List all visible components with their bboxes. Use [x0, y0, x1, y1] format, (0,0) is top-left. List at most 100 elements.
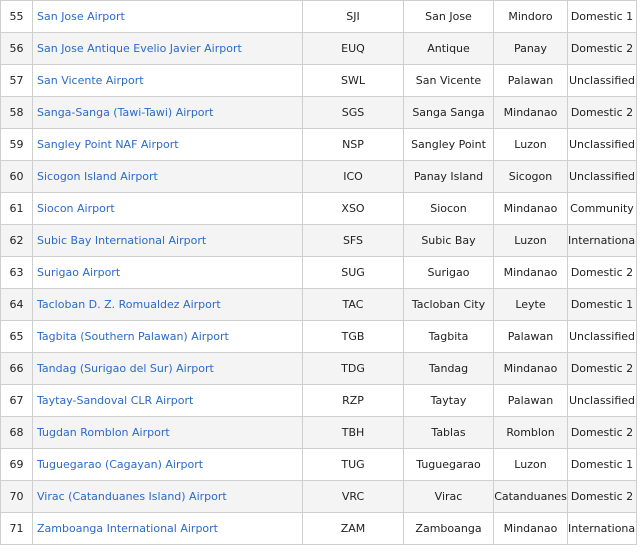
airport-name-cell: Sicogon Island Airport	[32, 160, 303, 193]
airport-link[interactable]: Sangley Point NAF Airport	[37, 138, 179, 151]
airport-name-cell: Tandag (Surigao del Sur) Airport	[32, 352, 303, 385]
airport-code-cell: NSP	[302, 128, 404, 161]
airport-name-cell: Zamboanga International Airport	[32, 512, 303, 545]
airport-code-cell: SWL	[302, 64, 404, 97]
airport-name-cell: Tagbita (Southern Palawan) Airport	[32, 320, 303, 353]
airport-link[interactable]: Sicogon Island Airport	[37, 170, 158, 183]
island-cell: Palawan	[493, 320, 568, 353]
row-number-cell: 61	[0, 192, 33, 225]
island-cell: Mindanao	[493, 352, 568, 385]
airport-link[interactable]: San Jose Airport	[37, 10, 125, 23]
island-cell: Mindanao	[493, 192, 568, 225]
airport-code-cell: SUG	[302, 256, 404, 289]
row-number-cell: 64	[0, 288, 33, 321]
airport-name-cell: San Jose Antique Evelio Javier Airport	[32, 32, 303, 65]
city-cell: Surigao	[403, 256, 494, 289]
airport-code-cell: TBH	[302, 416, 404, 449]
island-cell: Panay	[493, 32, 568, 65]
city-cell: Sangley Point	[403, 128, 494, 161]
airport-name-cell: San Jose Airport	[32, 0, 303, 33]
city-cell: Virac	[403, 480, 494, 513]
airport-code-cell: EUQ	[302, 32, 404, 65]
airport-link[interactable]: Tagbita (Southern Palawan) Airport	[37, 330, 229, 343]
airport-code-cell: SJI	[302, 0, 404, 33]
table-row: 59 Sangley Point NAF Airport NSP Sangley Po…	[0, 128, 637, 161]
row-number-cell: 70	[0, 480, 33, 513]
classification-cell: Domestic 2	[567, 96, 637, 129]
city-cell: Tuguegarao	[403, 448, 494, 481]
row-number-cell: 62	[0, 224, 33, 257]
airport-link[interactable]: Virac (Catanduanes Island) Airport	[37, 490, 227, 503]
island-cell: Mindoro	[493, 0, 568, 33]
island-cell: Catanduanes	[493, 480, 568, 513]
airport-link[interactable]: Tuguegarao (Cagayan) Airport	[37, 458, 203, 471]
city-cell: Sanga Sanga	[403, 96, 494, 129]
table-row: 71 Zamboanga International Airport ZAM Zamb…	[0, 512, 637, 545]
table-row: 70 Virac (Catanduanes Island) Airport VRC V…	[0, 480, 637, 513]
classification-cell: Domestic 2	[567, 256, 637, 289]
island-cell: Romblon	[493, 416, 568, 449]
row-number-cell: 55	[0, 0, 33, 33]
island-cell: Luzon	[493, 128, 568, 161]
airport-name-cell: Taytay-Sandoval CLR Airport	[32, 384, 303, 417]
table-row: 62 Subic Bay International Airport SFS Subi…	[0, 224, 637, 257]
island-cell: Mindanao	[493, 512, 568, 545]
airport-code-cell: TAC	[302, 288, 404, 321]
city-cell: Tacloban City	[403, 288, 494, 321]
table-row: 57 San Vicente Airport SWL San Vicente Palaw…	[0, 64, 637, 97]
airport-link[interactable]: Siocon Airport	[37, 202, 115, 215]
airport-name-cell: Siocon Airport	[32, 192, 303, 225]
airport-link[interactable]: Taytay-Sandoval CLR Airport	[37, 394, 193, 407]
classification-cell: Domestic 1	[567, 0, 637, 33]
city-cell: Tablas	[403, 416, 494, 449]
city-cell: San Jose	[403, 0, 494, 33]
airport-code-cell: TDG	[302, 352, 404, 385]
city-cell: San Vicente	[403, 64, 494, 97]
city-cell: Siocon	[403, 192, 494, 225]
airport-code-cell: TGB	[302, 320, 404, 353]
island-cell: Mindanao	[493, 96, 568, 129]
airport-code-cell: SFS	[302, 224, 404, 257]
airport-link[interactable]: Zamboanga International Airport	[37, 522, 218, 535]
island-cell: Sicogon	[493, 160, 568, 193]
classification-cell: Domestic 2	[567, 416, 637, 449]
row-number-cell: 68	[0, 416, 33, 449]
table-row: 69 Tuguegarao (Cagayan) Airport TUG Tuguega…	[0, 448, 637, 481]
row-number-cell: 63	[0, 256, 33, 289]
classification-cell: Community	[567, 192, 637, 225]
row-number-cell: 57	[0, 64, 33, 97]
table-row: 65 Tagbita (Southern Palawan) Airport TGB T…	[0, 320, 637, 353]
classification-cell: Unclassified	[567, 64, 637, 97]
airport-link[interactable]: Tugdan Romblon Airport	[37, 426, 170, 439]
table-row: 61 Siocon Airport XSO Siocon Mindanao Communi…	[0, 192, 637, 225]
city-cell: Subic Bay	[403, 224, 494, 257]
airport-code-cell: SGS	[302, 96, 404, 129]
airports-table-body: 55 San Jose Airport SJI San Jose Mindoro Dome…	[0, 0, 637, 545]
row-number-cell: 71	[0, 512, 33, 545]
row-number-cell: 65	[0, 320, 33, 353]
row-number-cell: 58	[0, 96, 33, 129]
row-number-cell: 66	[0, 352, 33, 385]
airport-link[interactable]: Tandag (Surigao del Sur) Airport	[37, 362, 214, 375]
airport-link[interactable]: Tacloban D. Z. Romualdez Airport	[37, 298, 221, 311]
airport-name-cell: San Vicente Airport	[32, 64, 303, 97]
airport-link[interactable]: Surigao Airport	[37, 266, 120, 279]
table-row: 55 San Jose Airport SJI San Jose Mindoro Dome…	[0, 0, 637, 33]
airport-link[interactable]: Subic Bay International Airport	[37, 234, 206, 247]
airport-code-cell: RZP	[302, 384, 404, 417]
airport-name-cell: Sanga-Sanga (Tawi-Tawi) Airport	[32, 96, 303, 129]
airport-code-cell: ICO	[302, 160, 404, 193]
city-cell: Tagbita	[403, 320, 494, 353]
table-row: 67 Taytay-Sandoval CLR Airport RZP Taytay Pa…	[0, 384, 637, 417]
classification-cell: Domestic 1	[567, 288, 637, 321]
classification-cell: Domestic 2	[567, 32, 637, 65]
classification-cell: Unclassified	[567, 320, 637, 353]
airport-link[interactable]: San Jose Antique Evelio Javier Airport	[37, 42, 242, 55]
classification-cell: Unclassified	[567, 128, 637, 161]
airport-link[interactable]: Sanga-Sanga (Tawi-Tawi) Airport	[37, 106, 213, 119]
airport-code-cell: TUG	[302, 448, 404, 481]
airport-code-cell: ZAM	[302, 512, 404, 545]
table-row: 56 San Jose Antique Evelio Javier Airport…	[0, 32, 637, 65]
airport-name-cell: Tuguegarao (Cagayan) Airport	[32, 448, 303, 481]
airport-link[interactable]: San Vicente Airport	[37, 74, 144, 87]
